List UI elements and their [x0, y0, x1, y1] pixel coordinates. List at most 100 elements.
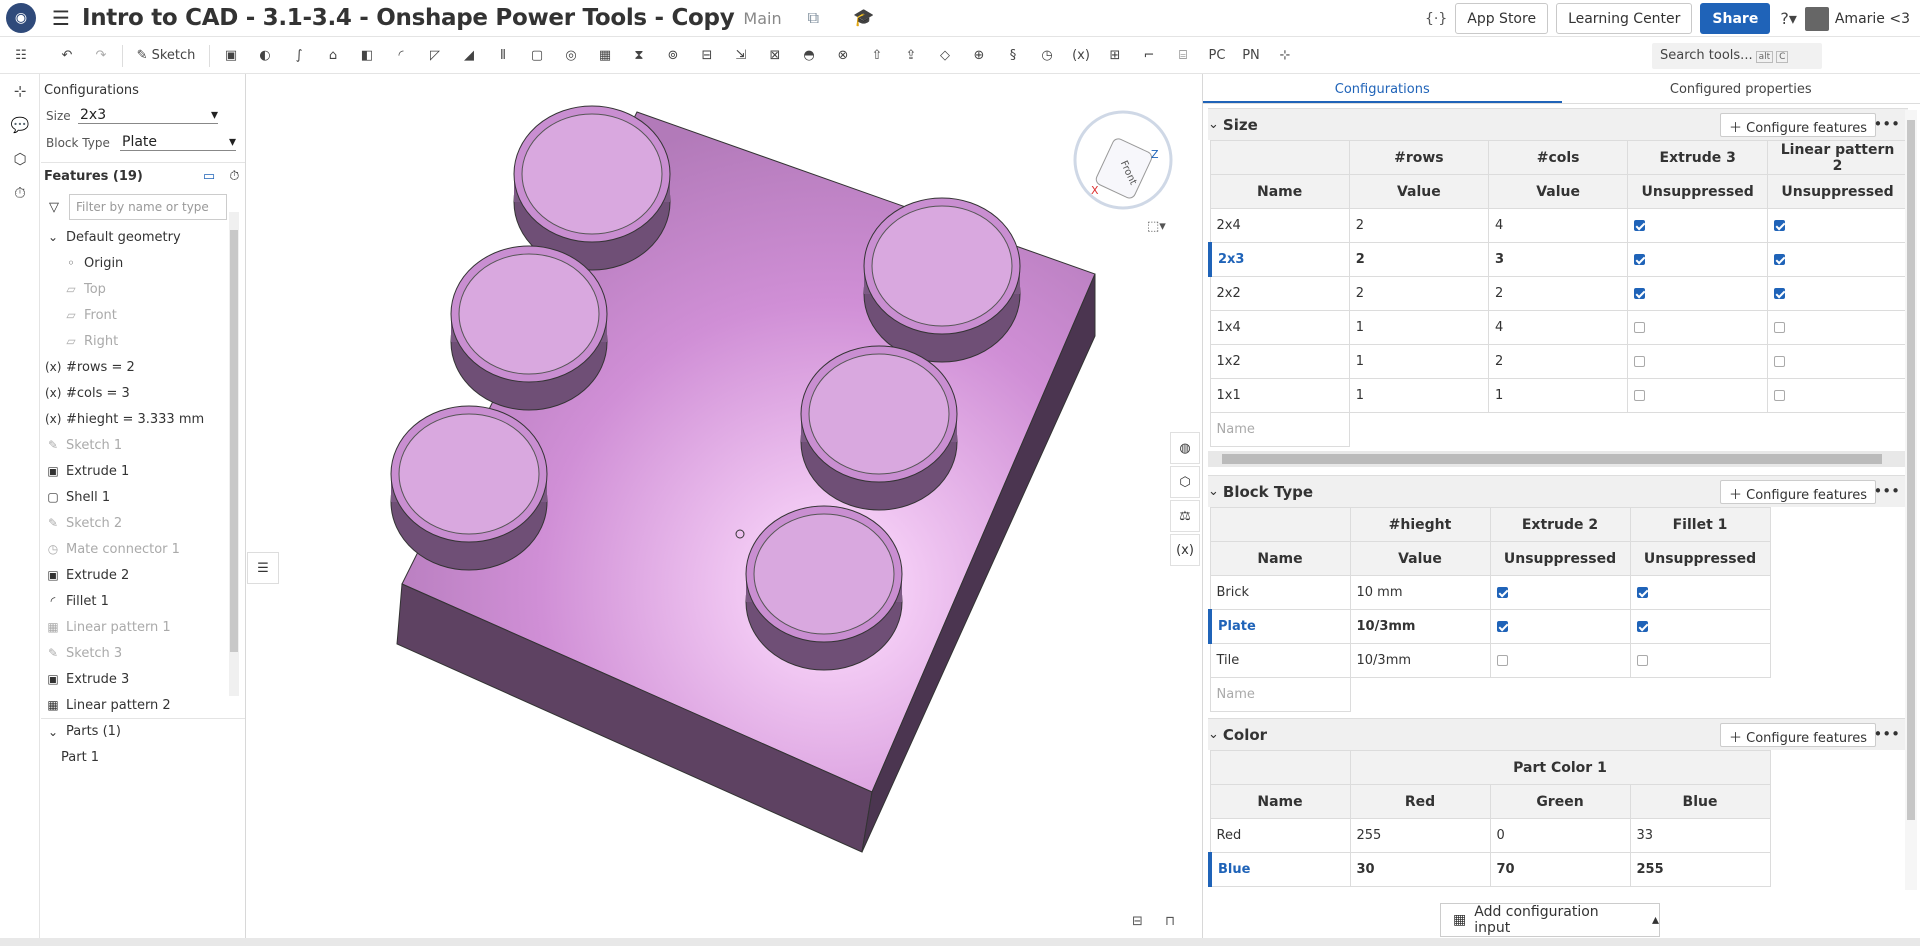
table-row[interactable]: 2x2 2 2 — [1209, 276, 1908, 311]
checkbox[interactable] — [1634, 254, 1646, 265]
loft-icon[interactable]: ⌂ — [320, 45, 346, 67]
checkbox[interactable] — [1636, 621, 1648, 632]
checkbox[interactable] — [1496, 587, 1508, 598]
checkbox[interactable] — [1774, 390, 1786, 401]
variable-studio-icon[interactable]: {·} — [1425, 11, 1447, 27]
feature-item[interactable]: (x) #hieght = 3.333 mm — [41, 406, 245, 432]
graduation-cap-icon[interactable]: 🎓 — [853, 8, 874, 28]
rib-icon[interactable]: ⫴ — [490, 45, 516, 67]
measure-icon[interactable]: ◷ — [1034, 45, 1060, 67]
redo-icon[interactable]: ↷ — [88, 45, 114, 67]
draft-icon[interactable]: ◢ — [456, 45, 482, 67]
feature-item[interactable]: ✎ Sketch 3 — [41, 640, 245, 666]
more-icon[interactable]: ••• — [1873, 725, 1900, 743]
lego-plate-model[interactable] — [247, 74, 1201, 946]
checkbox[interactable] — [1634, 288, 1646, 299]
split-icon[interactable]: ⊟ — [694, 45, 720, 67]
table-row[interactable]: 2x4 2 4 — [1209, 208, 1908, 243]
section-view-icon[interactable]: ⊟ — [1132, 914, 1143, 929]
app-store-button[interactable]: App Store — [1455, 3, 1549, 34]
feature-list-toggle-icon[interactable]: ☷ — [8, 45, 34, 67]
mate-connector-icon[interactable]: ⊕ — [966, 45, 992, 67]
rollback-icon[interactable]: ⏱ — [229, 169, 239, 184]
config-scroll-thumb[interactable] — [1907, 120, 1915, 820]
table-row[interactable]: Blue 30 70 255 — [1208, 852, 1771, 887]
configure-features-button[interactable]: ＋ Configure features — [1720, 723, 1876, 747]
feature-item[interactable]: ◦ Origin — [41, 250, 245, 276]
menu-icon[interactable]: ☰ — [52, 6, 70, 30]
help-icon[interactable]: ?▾ — [1780, 9, 1797, 28]
surface-icon[interactable]: ⊞ — [1102, 45, 1128, 67]
checkbox[interactable] — [1774, 220, 1786, 231]
checkbox[interactable] — [1774, 254, 1786, 265]
boolean-icon[interactable]: ⊚ — [660, 45, 686, 67]
parts-heading[interactable]: ⌄ Parts (1) — [41, 718, 245, 744]
table-row[interactable]: 1x1 1 1 — [1209, 378, 1908, 413]
insert-icon[interactable]: ⊹ — [0, 74, 40, 108]
table-row[interactable]: Brick 10 mm — [1209, 575, 1771, 610]
sheet-metal-icon[interactable]: ⌐ — [1136, 45, 1162, 67]
tree-scroll-thumb[interactable] — [230, 230, 238, 652]
move-face-icon[interactable]: ⇧ — [864, 45, 890, 67]
feature-item[interactable]: ▦ Linear pattern 1 — [41, 614, 245, 640]
size-select[interactable]: 2x3 ▾ — [78, 107, 218, 124]
frame-icon[interactable]: ⌸ — [1170, 45, 1196, 67]
feature-item[interactable]: (x) #rows = 2 — [41, 354, 245, 380]
tab-bar[interactable] — [0, 938, 1920, 946]
mirror-icon[interactable]: ⧗ — [626, 45, 652, 67]
hole-icon[interactable]: ◎ — [558, 45, 584, 67]
add-configuration-input-button[interactable]: ▦ Add configuration input ▴ — [1440, 903, 1660, 937]
user-name[interactable]: Amarie <3 — [1835, 11, 1910, 27]
feature-item[interactable]: ▱ Right — [41, 328, 245, 354]
replace-face-icon[interactable]: ⇪ — [898, 45, 924, 67]
new-configuration-name-input[interactable]: Name — [1209, 412, 1350, 447]
extrude-icon[interactable]: ▣ — [218, 45, 244, 67]
feature-item[interactable]: ▣ Extrude 1 — [41, 458, 245, 484]
feature-item[interactable]: ◜ Fillet 1 — [41, 588, 245, 614]
block-type-select[interactable]: Plate ▾ — [120, 134, 236, 151]
share-button[interactable]: Share — [1700, 3, 1771, 34]
named-views-icon[interactable]: ⊓ — [1165, 914, 1175, 929]
thicken-icon[interactable]: ◧ — [354, 45, 380, 67]
configure-features-button[interactable]: ＋ Configure features — [1720, 480, 1876, 504]
sweep-icon[interactable]: ∫ — [286, 45, 312, 67]
sketch-button[interactable]: ✎ Sketch — [131, 45, 201, 67]
shell-icon[interactable]: ▢ — [524, 45, 550, 67]
avatar[interactable] — [1804, 6, 1829, 31]
feature-item[interactable]: ⌄ Default geometry — [41, 224, 245, 250]
tab-configured-properties[interactable]: Configured properties — [1562, 74, 1920, 103]
checkbox[interactable] — [1636, 587, 1648, 598]
comments-icon[interactable]: 💬 — [0, 108, 40, 142]
feature-item[interactable]: ✎ Sketch 1 — [41, 432, 245, 458]
plane-icon[interactable]: ◇ — [932, 45, 958, 67]
checkbox[interactable] — [1774, 356, 1786, 367]
variable-icon[interactable]: (x) — [1068, 45, 1094, 67]
graphics-viewport[interactable]: ☰ Front Z X ⬚▾ ⊟ ⊓ — [247, 74, 1201, 946]
parts-icon[interactable]: ⬡ — [0, 142, 40, 176]
appearance-icon[interactable]: ◍ — [1170, 432, 1200, 464]
helix-icon[interactable]: § — [1000, 45, 1026, 67]
transform-icon[interactable]: ⇲ — [728, 45, 754, 67]
view-options-icon[interactable]: ⬚▾ — [1147, 219, 1166, 234]
onshape-logo[interactable]: ◉ — [6, 3, 36, 33]
part-1-item[interactable]: Part 1 — [41, 744, 245, 770]
checkbox[interactable] — [1634, 322, 1646, 333]
checkbox[interactable] — [1774, 288, 1786, 299]
mass-icon[interactable]: ⚖ — [1170, 500, 1200, 532]
feature-item[interactable]: ▦ Linear pattern 2 — [41, 692, 245, 714]
view-cube[interactable]: Front Z X — [1063, 98, 1183, 218]
pattern-icon[interactable]: ▦ — [592, 45, 618, 67]
branch-label[interactable]: Main — [743, 9, 781, 28]
table-row[interactable]: Tile 10/3mm — [1209, 643, 1771, 678]
checkbox[interactable] — [1634, 220, 1646, 231]
checkbox[interactable] — [1774, 322, 1786, 333]
revolve-icon[interactable]: ◐ — [252, 45, 278, 67]
table-row[interactable]: 2x3 2 3 — [1207, 242, 1908, 277]
versions-icon[interactable]: ⧉ — [808, 8, 819, 28]
feature-item[interactable]: ✎ Sketch 2 — [41, 510, 245, 536]
table-row[interactable]: Plate 10/3mm — [1208, 609, 1771, 644]
checkbox[interactable] — [1496, 655, 1508, 666]
feature-item[interactable]: ▣ Extrude 3 — [41, 666, 245, 692]
feature-item[interactable]: ◷ Mate connector 1 — [41, 536, 245, 562]
filter-input[interactable]: Filter by name or type — [69, 194, 227, 220]
